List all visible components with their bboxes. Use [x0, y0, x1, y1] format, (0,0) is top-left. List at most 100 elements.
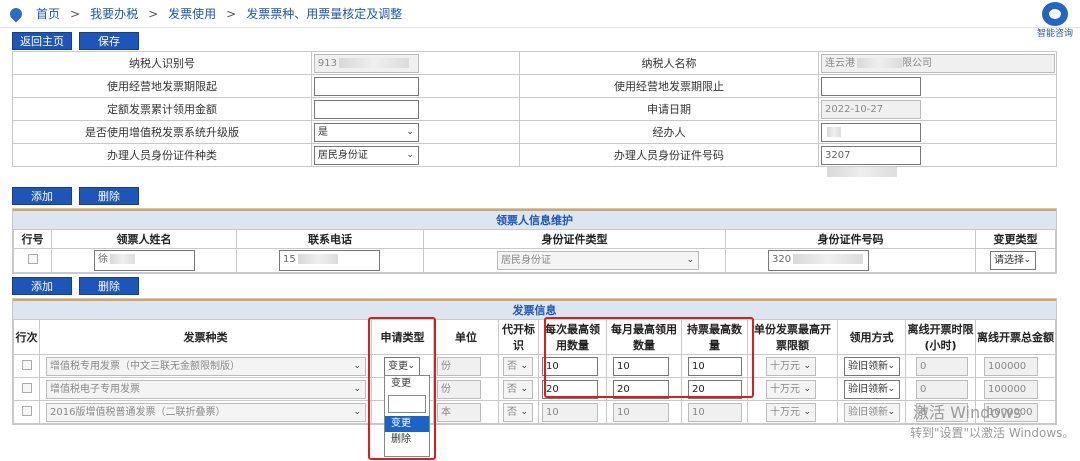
recipient-id-number-field[interactable]: 320 — [768, 250, 869, 271]
form-row: 是否使用增值税发票系统升级版 是 ⌄ 经办人 — [12, 120, 1058, 144]
invoice-row: 2016版增值税普通发票（二联折叠票） ⌄ 本 否 ⌄ 10 10 10 十万元 ⌄ … — [13, 400, 1056, 424]
smart-assistant[interactable]: 智能咨询 — [1034, 2, 1076, 44]
col-header: 离线开票时限(小时) — [905, 319, 976, 355]
recipient-table: 行号 领票人姓名 联系电话 身份证件类型 身份证件号码 变更类型 徐 15 居民… — [13, 229, 1056, 273]
handler-field[interactable] — [820, 122, 921, 142]
offline-amount-field: 100000 — [984, 379, 1038, 399]
receive-method-select[interactable]: 验旧领新 ⌄ — [844, 379, 900, 399]
form-label: 使用经营地发票期限止 — [519, 74, 819, 98]
taxpayer-id-field: 913 — [313, 53, 419, 73]
form-row: 纳税人识别号 913 纳税人名称 连云港 限公司 — [12, 51, 1058, 75]
period-end-field[interactable] — [820, 76, 921, 96]
chevron-down-icon: ⌄ — [353, 406, 361, 417]
offline-amount-field: 100000 — [984, 356, 1038, 376]
apply-date-field: 2022-10-27 — [820, 99, 921, 119]
recipient-row: 徐 15 居民身份证 ⌄ 320 请选择 ⌄ — [13, 248, 1056, 273]
invoice-type-select[interactable]: 增值税电子专用发票 ⌄ — [46, 379, 366, 399]
invoice-type-select[interactable]: 2016版增值税普通发票（二联折叠票） ⌄ — [46, 402, 366, 422]
invoice-row: 增值税电子专用发票 ⌄ 份 否 ⌄ 20 20 20 十万元 ⌄ 验旧领新 ⌄ 0 10… — [13, 377, 1056, 401]
agent-flag-select[interactable]: 否 ⌄ — [503, 356, 533, 376]
delete-recipient-button[interactable]: 删除 — [79, 187, 139, 205]
form-row: 使用经营地发票期限起 使用经营地发票期限止 — [12, 74, 1058, 98]
invoice-header-row: 行次 发票种类 申请类型 单位 代开标识 每次最高领用数量 每月最高领用数量 持… — [13, 319, 1056, 355]
breadcrumb-home[interactable]: 首页 — [36, 5, 60, 22]
invoice-limit-select[interactable]: 十万元 ⌄ — [766, 356, 816, 376]
assistant-icon — [1042, 2, 1068, 26]
invoice-section: 发票信息 行次 发票种类 申请类型 单位 代开标识 每次最高领用数量 每月最高领… — [12, 298, 1057, 425]
col-header: 行次 — [13, 319, 40, 355]
breadcrumb-invoice-use[interactable]: 发票使用 — [168, 5, 216, 22]
recipient-name-field[interactable]: 徐 — [94, 250, 195, 271]
col-header: 变更类型 — [975, 229, 1056, 249]
chevron-down-icon: ⌄ — [406, 126, 414, 137]
invoice-type-select[interactable]: 增值税专用发票（中文三联无金额限制版） ⌄ — [46, 356, 366, 376]
col-header: 单位 — [433, 319, 499, 355]
col-header: 身份证件类型 — [423, 229, 726, 249]
id-type-select[interactable]: 居民身份证 ⌄ — [313, 145, 419, 165]
chevron-down-icon: ⌄ — [520, 383, 528, 394]
breadcrumb-tax[interactable]: 我要办税 — [90, 5, 138, 22]
agent-flag-select[interactable]: 否 ⌄ — [503, 402, 533, 422]
unit-field: 本 — [437, 402, 481, 422]
breadcrumb-separator: > — [148, 6, 159, 21]
chevron-down-icon: ⌄ — [887, 406, 895, 417]
period-start-field[interactable] — [313, 76, 419, 96]
recipient-id-type-select[interactable]: 居民身份证 ⌄ — [497, 251, 699, 270]
chevron-down-icon: ⌄ — [686, 255, 694, 265]
chevron-down-icon: ⌄ — [353, 383, 361, 394]
recipient-section-title: 领票人信息维护 — [13, 209, 1056, 229]
receive-method-select[interactable]: 验旧领新 ⌄ — [844, 402, 900, 422]
chevron-down-icon: ⌄ — [353, 360, 361, 371]
fixed-invoice-amount-field[interactable] — [313, 99, 419, 119]
row-checkbox[interactable] — [27, 254, 38, 264]
upgrade-system-select[interactable]: 是 ⌄ — [313, 122, 419, 142]
invoice-limit-select[interactable]: 十万元 ⌄ — [766, 402, 816, 422]
form-row: 定额发票累计领用金额 申请日期 2022-10-27 — [12, 97, 1058, 121]
row-checkbox[interactable] — [21, 382, 32, 393]
add-recipient-button[interactable]: 添加 — [12, 187, 72, 205]
back-home-button[interactable]: 返回主页 — [12, 32, 72, 50]
breadcrumb-separator: > — [226, 6, 237, 21]
chevron-down-icon: ⌄ — [803, 360, 811, 371]
row-checkbox[interactable] — [21, 359, 32, 370]
change-type-select[interactable]: 请选择 ⌄ — [990, 251, 1036, 270]
breadcrumb-separator: > — [70, 6, 81, 21]
chevron-down-icon: ⌄ — [1023, 255, 1031, 265]
unit-field: 份 — [437, 379, 481, 399]
invoice-section-title: 发票信息 — [13, 299, 1056, 319]
col-header: 联系电话 — [236, 229, 424, 249]
add-invoice-button[interactable]: 添加 — [12, 277, 72, 295]
chevron-down-icon: ⌄ — [803, 383, 811, 394]
offline-hours-field: 0 — [916, 356, 968, 376]
invoice-table: 行次 发票种类 申请类型 单位 代开标识 每次最高领用数量 每月最高领用数量 持… — [13, 319, 1056, 424]
per-time-max-field: 10 — [542, 402, 598, 422]
col-header: 身份证件号码 — [725, 229, 976, 249]
chevron-down-icon: ⌄ — [406, 149, 414, 160]
taxpayer-name-field: 连云港 限公司 — [820, 53, 1055, 73]
form-label: 申请日期 — [519, 97, 819, 121]
col-header: 代开标识 — [498, 319, 539, 355]
form-label: 办理人员身份证件种类 — [12, 143, 312, 167]
id-number-field[interactable]: 3207 — [820, 145, 921, 177]
row-checkbox[interactable] — [21, 405, 32, 416]
delete-invoice-button[interactable]: 删除 — [79, 277, 139, 295]
col-header: 领用方式 — [837, 319, 906, 355]
assistant-label: 智能咨询 — [1036, 29, 1073, 39]
breadcrumb-current: 发票票种、用票量核定及调整 — [246, 7, 403, 21]
chevron-down-icon: ⌄ — [887, 383, 895, 394]
save-button[interactable]: 保存 — [79, 32, 139, 50]
activation-watermark: 激活 Windows — [913, 403, 1022, 422]
form-label: 办理人员身份证件号码 — [519, 143, 819, 167]
invoice-limit-select[interactable]: 十万元 ⌄ — [766, 379, 816, 399]
col-header: 发票种类 — [39, 319, 372, 355]
col-header: 领票人姓名 — [51, 229, 237, 249]
agent-flag-select[interactable]: 否 ⌄ — [503, 379, 533, 399]
recipient-phone-field[interactable]: 15 — [279, 250, 380, 271]
receive-method-select[interactable]: 验旧领新 ⌄ — [844, 356, 900, 376]
form-label: 定额发票累计领用金额 — [12, 97, 312, 121]
unit-field: 份 — [437, 356, 481, 376]
col-header: 离线开票总金额 — [975, 319, 1056, 355]
chevron-down-icon: ⌄ — [520, 406, 528, 417]
form-row: 办理人员身份证件种类 居民身份证 ⌄ 办理人员身份证件号码 3207 — [12, 143, 1058, 177]
activation-watermark-hint: 转到"设置"以激活 Windows。 — [910, 426, 1075, 440]
